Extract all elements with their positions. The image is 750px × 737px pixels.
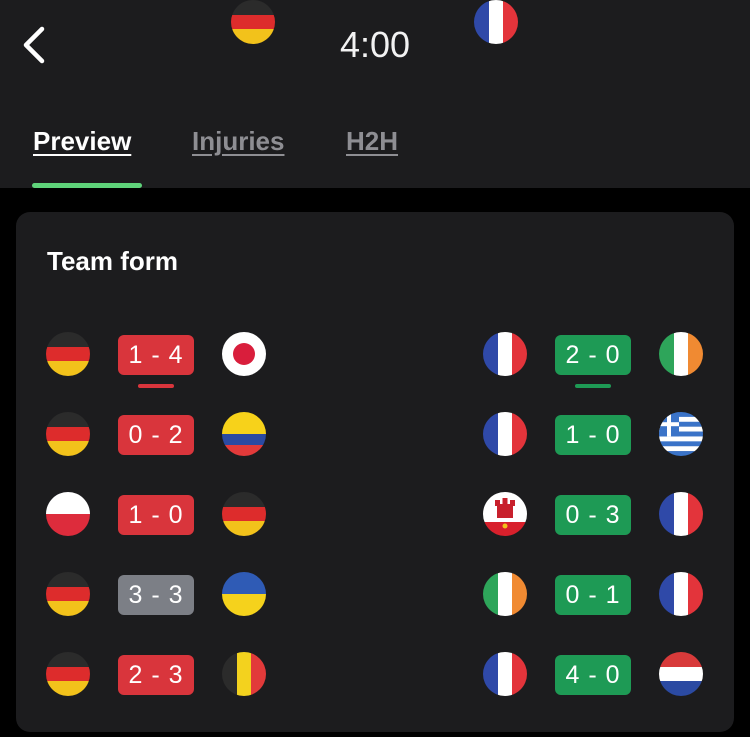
back-button[interactable]	[14, 22, 54, 68]
latest-match-indicator	[575, 384, 611, 388]
france-flag-icon	[483, 652, 527, 696]
france-flag-icon	[659, 492, 703, 536]
card-title: Team form	[47, 246, 178, 276]
form-match-row[interactable]: 2 - 3	[46, 652, 268, 698]
match-header: 4:00 Preview Injuries H2H	[0, 0, 750, 188]
match-score[interactable]: 1 - 0	[118, 495, 194, 535]
japan-flag-icon	[222, 332, 266, 376]
germany-flag-icon	[46, 332, 90, 376]
tab-injuries[interactable]: Injuries	[192, 124, 284, 158]
france-flag-icon	[483, 412, 527, 456]
match-score[interactable]: 0 - 2	[118, 415, 194, 455]
germany-flag-icon	[46, 412, 90, 456]
form-match-row[interactable]: 2 - 0	[483, 332, 705, 388]
match-score[interactable]: 1 - 0	[555, 415, 631, 455]
germany-flag-icon	[231, 0, 275, 44]
match-score[interactable]: 2 - 0	[555, 335, 631, 375]
ukraine-flag-icon	[222, 572, 266, 616]
form-match-row[interactable]: 0 - 2	[46, 412, 268, 458]
active-tab-indicator	[32, 183, 142, 188]
match-score[interactable]: 4 - 0	[555, 655, 631, 695]
tab-preview[interactable]: Preview	[33, 124, 131, 158]
match-score[interactable]: 0 - 3	[555, 495, 631, 535]
tab-h2h[interactable]: H2H	[346, 124, 398, 158]
match-time: 4:00	[339, 24, 411, 65]
germany-flag-icon	[222, 492, 266, 536]
form-match-row[interactable]: 0 - 1	[483, 572, 705, 618]
germany-flag-icon	[46, 652, 90, 696]
colombia-flag-icon	[222, 412, 266, 456]
form-match-row[interactable]: 0 - 3	[483, 492, 705, 538]
belgium-flag-icon	[222, 652, 266, 696]
ireland-flag-icon	[483, 572, 527, 616]
match-score[interactable]: 1 - 4	[118, 335, 194, 375]
ireland-flag-icon	[659, 332, 703, 376]
poland-flag-icon	[46, 492, 90, 536]
france-flag-icon	[483, 332, 527, 376]
gibraltar-flag-icon	[483, 492, 527, 536]
france-flag-icon	[659, 572, 703, 616]
latest-match-indicator	[138, 384, 174, 388]
match-score[interactable]: 2 - 3	[118, 655, 194, 695]
form-match-row[interactable]: 1 - 4	[46, 332, 268, 388]
greece-flag-icon	[659, 412, 703, 456]
netherlands-flag-icon	[659, 652, 703, 696]
germany-flag-icon	[46, 572, 90, 616]
form-match-row[interactable]: 3 - 3	[46, 572, 268, 618]
form-match-row[interactable]: 1 - 0	[46, 492, 268, 538]
form-match-row[interactable]: 4 - 0	[483, 652, 705, 698]
form-match-row[interactable]: 1 - 0	[483, 412, 705, 458]
match-score[interactable]: 0 - 1	[555, 575, 631, 615]
match-score[interactable]: 3 - 3	[118, 575, 194, 615]
france-flag-icon	[474, 0, 518, 44]
chevron-left-icon	[23, 26, 45, 64]
team-form-card: Team form 1 - 4 0 - 2 1 - 0 3 - 3 2 - 3 2 - …	[16, 212, 734, 732]
